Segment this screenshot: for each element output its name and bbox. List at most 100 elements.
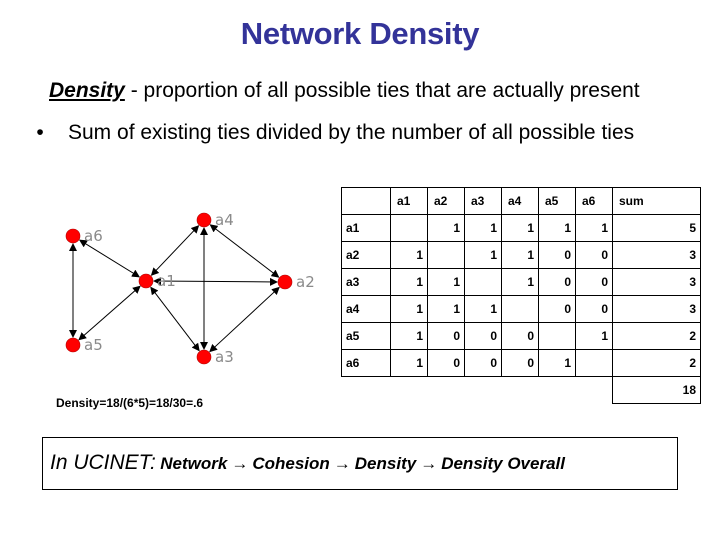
matrix-cell — [464, 268, 502, 296]
node-a6 — [65, 228, 81, 244]
column-header: a6 — [575, 187, 613, 215]
matrix-cell: 1 — [464, 295, 502, 323]
matrix-cell: 1 — [464, 214, 502, 242]
matrix-cell: 1 — [390, 295, 428, 323]
empty-cell — [465, 377, 502, 404]
matrix-cell: 1 — [538, 214, 576, 242]
edge-a1-a3 — [150, 286, 200, 352]
matrix-cell: 0 — [427, 349, 465, 377]
matrix-row: a5 1 0 0 0 1 2 — [341, 322, 701, 350]
node-label-a1: a1 — [157, 272, 176, 290]
matrix-row: a2 1 1 1 0 0 3 — [341, 241, 701, 269]
ucinet-lead: In UCINET: — [50, 451, 156, 474]
node-label-a3: a3 — [215, 348, 234, 366]
empty-cell — [539, 377, 576, 404]
matrix-cell: 1 — [501, 268, 539, 296]
matrix-cell: 0 — [575, 295, 613, 323]
arrow-right-icon: → — [420, 454, 438, 473]
matrix-cell: 0 — [464, 349, 502, 377]
total-sum-cell: 18 — [612, 376, 701, 404]
matrix-cell — [427, 241, 465, 269]
node-label-a5: a5 — [84, 336, 103, 354]
sum-column-header: sum — [612, 187, 701, 215]
menu-path-step: Density — [354, 454, 417, 473]
row-header: a3 — [341, 268, 391, 296]
density-formula: Density=18/(6*5)=18/30=.6 — [56, 396, 204, 410]
row-sum-cell: 3 — [612, 295, 701, 323]
adjacency-matrix: a1 a2 a3 a4 a5 a6 sum a1 1 1 1 1 1 5 a2 1 1 1 0 0 3 a3… — [341, 187, 701, 404]
column-header: a4 — [501, 187, 539, 215]
matrix-cell: 0 — [575, 241, 613, 269]
arrow-right-icon: → — [231, 454, 249, 473]
row-sum-cell: 3 — [612, 241, 701, 269]
network-graph: a1 a2 a3 a4 a5 a6 — [65, 211, 315, 366]
edge-a1-a6 — [78, 239, 141, 278]
matrix-corner-cell — [341, 187, 391, 215]
matrix-cell: 1 — [575, 214, 613, 242]
menu-path-step: Density Overall — [441, 454, 565, 473]
matrix-cell: 0 — [501, 349, 539, 377]
matrix-cell: 0 — [427, 322, 465, 350]
matrix-cell: 1 — [427, 214, 465, 242]
column-header: a2 — [427, 187, 465, 215]
matrix-cell: 1 — [390, 241, 428, 269]
row-header: a1 — [341, 214, 391, 242]
matrix-cell: 1 — [390, 268, 428, 296]
matrix-cell: 1 — [538, 349, 576, 377]
matrix-cell: 1 — [390, 349, 428, 377]
node-a4 — [196, 212, 212, 228]
node-label-a4: a4 — [215, 211, 234, 229]
matrix-cell: 1 — [501, 241, 539, 269]
matrix-cell: 0 — [501, 322, 539, 350]
matrix-cell: 0 — [538, 268, 576, 296]
matrix-cell: 1 — [464, 241, 502, 269]
row-header: a4 — [341, 295, 391, 323]
edges-layer — [69, 224, 280, 353]
arrow-right-icon: → — [333, 454, 351, 473]
column-header: a1 — [390, 187, 428, 215]
matrix-row: a4 1 1 1 0 0 3 — [341, 295, 701, 323]
ucinet-instructions-box: In UCINET: Network → Cohesion → Density → Dens… — [42, 437, 678, 490]
matrix-cell: 1 — [427, 268, 465, 296]
matrix-cell: 1 — [427, 295, 465, 323]
edge-a1-a5 — [78, 285, 141, 341]
menu-path-step: Cohesion — [252, 454, 330, 473]
edge-a2-a3 — [209, 286, 280, 353]
column-header: a5 — [538, 187, 576, 215]
row-sum-cell: 5 — [612, 214, 701, 242]
matrix-row: a1 1 1 1 1 1 5 — [341, 214, 701, 242]
empty-cell — [342, 377, 391, 404]
matrix-cell: 1 — [501, 214, 539, 242]
empty-cell — [391, 377, 428, 404]
row-sum-cell: 3 — [612, 268, 701, 296]
matrix-total-row: 18 — [342, 376, 701, 404]
row-sum-cell: 2 — [612, 349, 701, 377]
edge-a1-a4 — [150, 225, 200, 276]
empty-cell — [576, 377, 613, 404]
matrix-row: a3 1 1 1 0 0 3 — [341, 268, 701, 296]
row-header: a5 — [341, 322, 391, 350]
matrix-cell: 1 — [390, 322, 428, 350]
empty-cell — [502, 377, 539, 404]
node-label-a6: a6 — [84, 227, 103, 245]
matrix-cell: 0 — [538, 295, 576, 323]
edge-a2-a4 — [209, 224, 280, 278]
empty-cell — [428, 377, 465, 404]
matrix-cell — [538, 322, 576, 350]
node-a2 — [277, 274, 293, 290]
row-header: a6 — [341, 349, 391, 377]
node-a3 — [196, 349, 212, 365]
matrix-cell: 1 — [575, 322, 613, 350]
column-header: a3 — [464, 187, 502, 215]
row-sum-cell: 2 — [612, 322, 701, 350]
matrix-cell: 0 — [464, 322, 502, 350]
matrix-cell: 0 — [575, 268, 613, 296]
row-header: a2 — [341, 241, 391, 269]
node-a5 — [65, 337, 81, 353]
matrix-header-row: a1 a2 a3 a4 a5 a6 sum — [341, 187, 701, 215]
matrix-cell — [575, 349, 613, 377]
matrix-cell — [501, 295, 539, 323]
node-a1 — [138, 273, 154, 289]
menu-path-step: Network — [160, 454, 228, 473]
node-label-a2: a2 — [296, 273, 315, 291]
